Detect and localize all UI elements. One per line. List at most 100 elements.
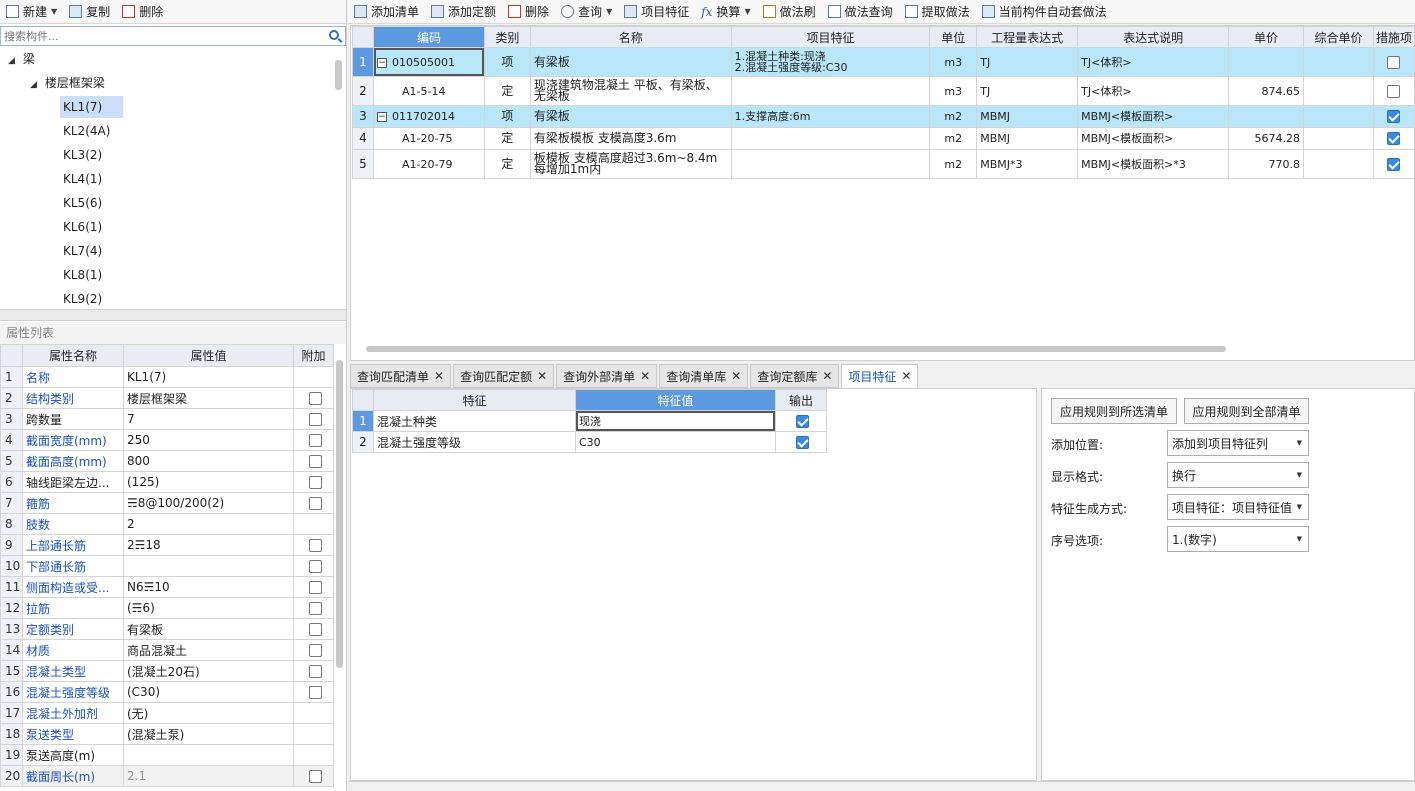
property-value[interactable]: 2 [123,513,294,535]
property-value[interactable]: 楼层框架梁 [123,387,294,409]
property-value[interactable]: 有梁板 [123,618,294,640]
expression-cell[interactable]: TJ [976,47,1079,77]
name-cell[interactable]: 现浇建筑物混凝土 平板、有梁板、无梁板 [529,76,732,106]
property-row[interactable]: 19 泵送高度(m) [0,744,334,766]
expression-cell[interactable]: MBMJ [976,105,1079,128]
tree-item[interactable]: KL5(6) [63,192,102,214]
expression-cell[interactable]: TJ [976,76,1079,106]
property-scrollbar[interactable] [336,360,343,668]
property-row[interactable]: 6 轴线距梁左边... (125) [0,471,334,493]
checkbox[interactable] [308,644,322,657]
tab-list-library[interactable]: 查询清单库 ✕ [659,364,749,388]
checkbox[interactable] [308,392,322,405]
price-cell[interactable] [1228,47,1304,77]
type-cell[interactable]: 项 [483,47,531,77]
tree-item[interactable]: KL3(2) [63,144,102,166]
property-value[interactable]: 商品混凝土 [123,639,294,661]
code-cell[interactable]: A1-20-79 [372,149,485,179]
col-header[interactable]: 编码 [372,26,485,48]
checkbox[interactable] [308,770,322,783]
checkbox[interactable] [308,665,322,678]
feature-value[interactable]: C30 [575,431,776,453]
bill-row[interactable]: 5 A1-20-79 定板模板 支模高度超过3.6m~8.4m 每增加1m内 m2 MB… [352,149,1415,179]
checkbox[interactable] [308,497,322,510]
checkbox[interactable] [308,413,322,426]
type-cell[interactable]: 定 [483,76,531,106]
price-cell[interactable]: 5674.28 [1228,127,1304,150]
composite-price-cell[interactable] [1303,127,1374,150]
property-row[interactable]: 16 混凝土强度等级 (C30) [0,681,334,703]
search-input[interactable] [4,29,324,43]
tree-item[interactable]: KL8(1) [63,264,102,286]
add-quota-button[interactable]: 添加定额 [425,1,502,23]
feature-row[interactable]: 2 混凝土强度等级 C30 [352,431,827,453]
checkbox[interactable] [308,581,322,594]
tab-quota-library[interactable]: 查询定额库 ✕ [750,364,840,388]
tab-external-list[interactable]: 查询外部清单 ✕ [556,364,658,388]
query-button[interactable]: 查询 ▼ [555,1,618,23]
feature-cell[interactable]: 1.支撑高度:6m [730,105,931,128]
property-value[interactable]: 7 [123,408,294,430]
tree-item[interactable]: KL4(1) [63,168,102,190]
expression-desc-cell[interactable]: MBMJ<模板面积> [1077,127,1230,150]
expression-desc-cell[interactable]: TJ<体积> [1077,47,1230,77]
property-row[interactable]: 12 拉筋 (☴6) [0,597,334,619]
search-icon[interactable] [329,30,339,40]
property-value[interactable]: (C30) [123,681,294,703]
unit-cell[interactable]: m3 [929,76,978,106]
bill-row[interactable]: 3−011702014 项有梁板 1.支撑高度:6m m2 MBMJ MBMJ<模板面积> [352,105,1415,128]
col-header[interactable]: 表达式说明 [1077,26,1230,48]
property-value[interactable]: (☴6) [123,597,294,619]
tree-scrollbar[interactable] [335,60,342,90]
checkbox[interactable] [308,560,322,573]
feature-value[interactable]: 现浇 [575,410,776,432]
unit-cell[interactable]: m2 [929,127,978,150]
checkbox[interactable] [1387,55,1401,69]
expression-desc-cell[interactable]: MBMJ<模板面积>*3 [1077,149,1230,179]
auto-apply-button[interactable]: 当前构件自动套做法 [976,1,1113,23]
bill-row[interactable]: 1−010505001 项有梁板 1.混凝土种类:现浇 2.混凝土强度等级:C30 m… [352,47,1415,77]
copy-button[interactable]: 复制 [63,1,116,23]
col-header[interactable]: 单价 [1228,26,1304,48]
delete-row-button[interactable]: 删除 [502,1,555,23]
bill-row[interactable]: 2 A1-5-14 定现浇建筑物混凝土 平板、有梁板、无梁板 m3 TJ TJ<体积> 87… [352,76,1415,106]
feature-cell[interactable]: 1.混凝土种类:现浇 2.混凝土强度等级:C30 [730,47,931,77]
feature-row[interactable]: 1 混凝土种类 现浇 [352,410,827,432]
property-value[interactable] [123,555,294,577]
property-value[interactable]: 250 [123,429,294,451]
property-row[interactable]: 17 混凝土外加剂 (无) [0,702,334,724]
checkbox[interactable] [796,436,809,449]
tab-match-list[interactable]: 查询匹配清单 ✕ [350,364,452,388]
property-row[interactable]: 13 定额类别 有梁板 [0,618,334,640]
new-button[interactable]: 新建 ▼ [0,1,63,23]
tree-item[interactable]: KL2(4A) [63,120,110,142]
property-value[interactable]: (无) [123,702,294,724]
checkbox[interactable] [308,434,322,447]
property-row[interactable]: 5 截面高度(mm) 800 [0,450,334,472]
col-header[interactable]: 工程量表达式 [976,26,1079,48]
code-cell[interactable]: −010505001 [372,47,485,77]
feature-cell[interactable] [730,127,931,150]
tab-match-quota[interactable]: 查询匹配定额 ✕ [453,364,555,388]
col-header[interactable]: 综合单价 [1303,26,1374,48]
col-header[interactable]: 措施项 [1372,26,1415,48]
property-row[interactable]: 15 混凝土类型 (混凝土20石) [0,660,334,682]
property-row[interactable]: 2 结构类别 楼层框架梁 [0,387,334,409]
checkbox[interactable] [1387,132,1401,145]
tree-group[interactable]: ◢ 楼层框架梁 [30,72,105,94]
price-cell[interactable]: 770.8 [1228,149,1304,179]
close-icon[interactable]: ✕ [822,369,832,383]
name-cell[interactable]: 有梁板模板 支模高度3.6m [529,127,732,150]
close-icon[interactable]: ✕ [640,369,650,383]
expression-desc-cell[interactable]: TJ<体积> [1077,76,1230,106]
generation-mode-select[interactable]: 项目特征：项目特征值 ▼ [1167,494,1309,520]
property-row[interactable]: 3 跨数量 7 [0,408,334,430]
checkbox[interactable] [308,455,322,468]
checkbox[interactable] [308,539,322,552]
tree-item[interactable]: KL6(1) [63,216,102,238]
expression-desc-cell[interactable]: MBMJ<模板面积> [1077,105,1230,128]
property-row[interactable]: 7 箍筋 ☴8@100/200(2) [0,492,334,514]
display-format-select[interactable]: 换行 ▼ [1167,462,1309,488]
property-value[interactable]: (混凝土20石) [123,660,294,682]
property-row[interactable]: 10 下部通长筋 [0,555,334,577]
